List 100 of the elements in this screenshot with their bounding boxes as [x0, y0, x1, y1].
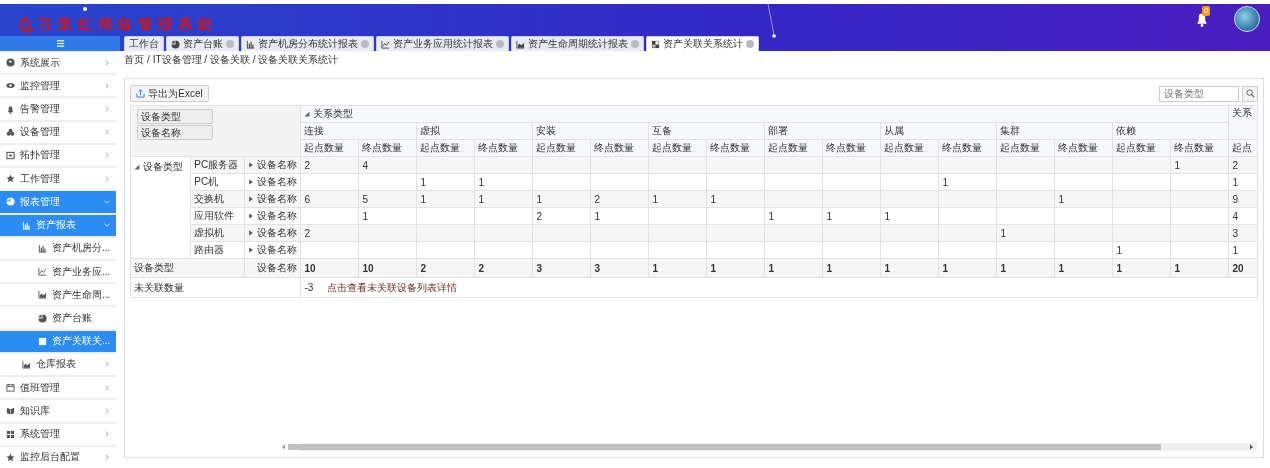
- row-header: 未关联数量: [130, 277, 301, 298]
- close-icon[interactable]: [361, 40, 369, 48]
- book-icon: [6, 406, 15, 416]
- sidebar-item[interactable]: 资产生命周...: [0, 284, 117, 306]
- bar-chart-icon: [22, 220, 31, 230]
- close-icon[interactable]: [496, 40, 504, 48]
- tab[interactable]: 资产业务应用统计报表: [376, 36, 509, 51]
- chevron-icon: [104, 59, 111, 66]
- collapse-icon: [134, 164, 141, 170]
- pendulum-drawing: [765, 4, 777, 40]
- chevron-icon: [104, 454, 111, 461]
- sidebar-item[interactable]: 监控管理: [0, 75, 117, 97]
- collapse-icon: [304, 111, 311, 117]
- bell-icon: [6, 104, 15, 114]
- row-field-label: 设备名称: [257, 158, 298, 172]
- tiles-icon: [651, 39, 660, 49]
- row-header[interactable]: 设备类型: [130, 156, 191, 259]
- logo-text: 万里红网络管理系统: [38, 16, 218, 34]
- search-icon: [1245, 89, 1255, 98]
- row-field-label: 设备名称: [257, 209, 298, 223]
- sidebar-item[interactable]: 资产台账: [0, 307, 117, 329]
- count-text: -3: [304, 281, 314, 293]
- search-field[interactable]: 设备类型: [1159, 85, 1240, 102]
- sidebar-item[interactable]: 资产机房分...: [0, 237, 117, 259]
- search-button[interactable]: [1242, 85, 1259, 102]
- notification-badge: 0: [1202, 6, 1211, 16]
- sidebar-item[interactable]: 告警管理: [0, 98, 117, 120]
- sidebar-item[interactable]: 设备管理: [0, 121, 117, 143]
- line-chart-icon: [38, 267, 47, 277]
- close-icon[interactable]: [631, 40, 639, 48]
- column-header: 关系: [1228, 105, 1258, 140]
- menu-icon: [55, 39, 65, 48]
- tab[interactable]: 资产关联关系统计: [646, 36, 759, 51]
- sidebar-item[interactable]: 仓库报表: [0, 353, 117, 376]
- row-field-label: 设备名称: [257, 192, 298, 206]
- row-field-label: 设备名称: [257, 226, 298, 240]
- logo-icon: [18, 17, 34, 33]
- chevron-icon: [104, 106, 111, 113]
- frame-icon: [6, 151, 15, 160]
- pie-chart-icon: [171, 39, 180, 49]
- chevron-icon: [104, 384, 111, 391]
- sidebar-item[interactable]: 拓扑管理: [0, 144, 117, 167]
- chevron-icon: [104, 175, 111, 182]
- globe-icon: [6, 58, 15, 68]
- expand-icon: [248, 179, 255, 185]
- tab[interactable]: 资产台账: [166, 36, 239, 51]
- line-chart-icon: [381, 39, 390, 49]
- row-field-label: 设备名称: [257, 175, 298, 189]
- nodes-icon: [6, 127, 15, 137]
- close-icon[interactable]: [226, 40, 234, 48]
- expand-icon: [248, 247, 255, 253]
- expand-icon: [248, 213, 255, 219]
- bell-icon[interactable]: [1194, 11, 1210, 27]
- column-dimension-label: 关系类型: [313, 107, 354, 121]
- tab[interactable]: 资产生命周期统计报表: [511, 36, 644, 51]
- star-icon: [6, 174, 15, 184]
- bar-chart-icon: [246, 39, 255, 49]
- expand-icon: [248, 230, 255, 236]
- pie-chart-icon: [6, 197, 15, 207]
- tab[interactable]: 工作台: [124, 36, 164, 51]
- filter-chip[interactable]: 设备名称: [137, 125, 214, 140]
- sidebar-item[interactable]: 工作管理: [0, 168, 117, 190]
- chevron-icon: [104, 407, 111, 414]
- filter-chip[interactable]: 设备类型: [137, 109, 214, 124]
- area-chart-icon: [38, 290, 47, 300]
- upload-icon: [136, 89, 146, 98]
- grid-icon: [6, 429, 15, 439]
- star-icon: [6, 452, 15, 462]
- expand-icon: [248, 196, 255, 202]
- chevron-icon: [104, 129, 111, 136]
- chevron-icon: [104, 198, 111, 205]
- close-icon[interactable]: [746, 40, 754, 48]
- sidebar-item[interactable]: 系统展示: [0, 52, 117, 74]
- tab[interactable]: 资产机房分布统计报表: [241, 36, 374, 51]
- dot-icon: [83, 7, 87, 11]
- sidebar-item[interactable]: 系统管理: [0, 423, 117, 445]
- calendar-icon: [6, 383, 15, 393]
- details-link[interactable]: 点击查看未关联设备列表详情: [327, 281, 458, 293]
- row-dimension-label: 设备类型: [143, 160, 184, 174]
- chevron-icon: [104, 82, 111, 89]
- eye-icon: [6, 81, 15, 91]
- menu-button[interactable]: [0, 36, 120, 51]
- export-button[interactable]: 导出为Excel: [130, 85, 209, 102]
- column-header[interactable]: 关系类型: [300, 105, 1229, 123]
- row-field-label: 设备名称: [257, 243, 298, 257]
- expand-icon: [248, 162, 255, 168]
- chevron-icon: [104, 222, 111, 229]
- sidebar-item[interactable]: 值班管理: [0, 377, 117, 399]
- chevron-icon: [104, 361, 111, 368]
- sidebar-item[interactable]: 资产业务应...: [0, 260, 117, 283]
- bar-chart-icon: [38, 243, 47, 253]
- avatar-icon[interactable]: [1234, 6, 1260, 32]
- tiles-icon: [38, 336, 47, 346]
- area-chart-icon: [516, 39, 525, 49]
- pie-chart-icon: [38, 313, 47, 323]
- area-chart-icon: [22, 359, 31, 369]
- chevron-icon: [104, 431, 111, 438]
- breadcrumb: 首页 / IT设备管理 / 设备关联 / 设备关联关系统计: [124, 52, 340, 67]
- sidebar-item[interactable]: 知识库: [0, 400, 117, 422]
- sidebar-item[interactable]: 监控后台配置: [0, 446, 117, 468]
